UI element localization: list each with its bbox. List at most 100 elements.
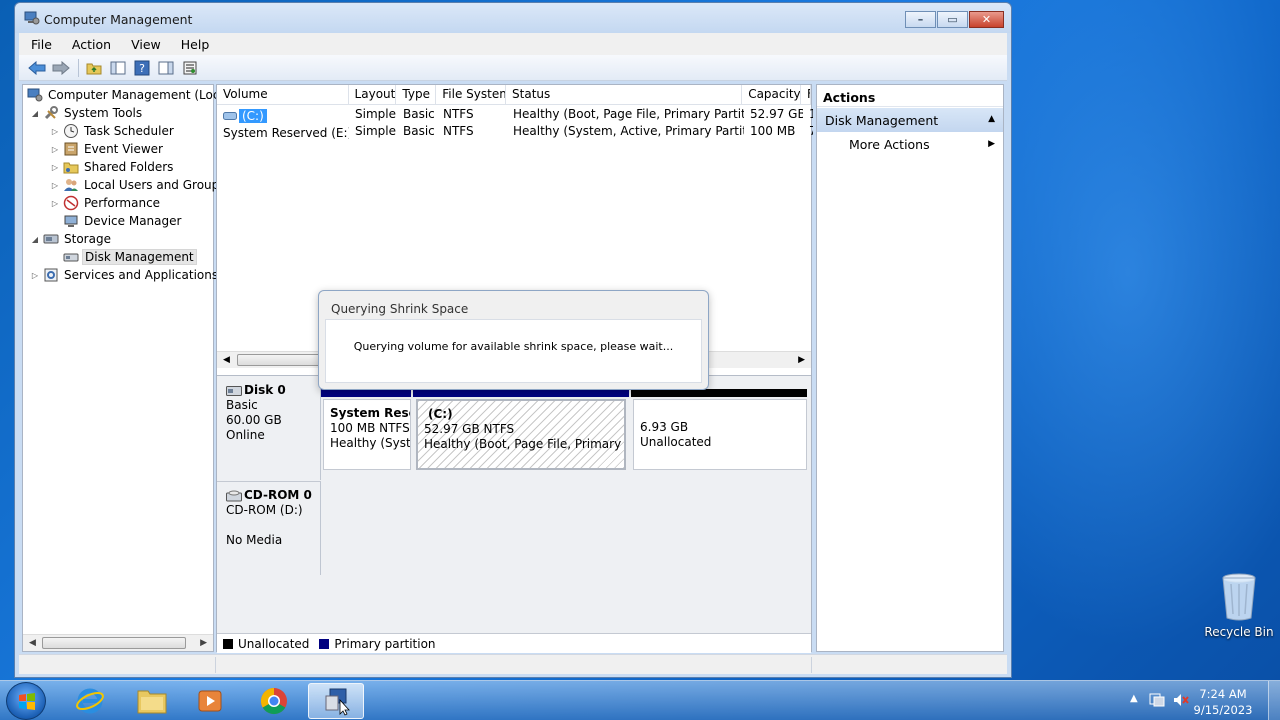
tree-item-performance[interactable]: ▷ Performance [49,194,162,212]
tree-label: Local Users and Groups [84,178,226,192]
help-button[interactable]: ? [132,58,152,78]
column-status[interactable]: Status [506,85,743,104]
disk-0-label[interactable]: Disk 0 Basic 60.00 GB Online [217,377,321,480]
scroll-left-icon[interactable]: ◀ [223,355,230,365]
menu-view[interactable]: View [119,37,169,52]
expand-arrow-icon[interactable]: ▷ [49,181,61,190]
actions-title: Actions [817,85,1003,107]
menu-file[interactable]: File [19,37,60,52]
partition-unallocated[interactable]: 6.93 GB Unallocated [633,399,807,470]
maximize-button[interactable]: ▭ [937,11,968,28]
scroll-right-icon[interactable]: ▶ [200,638,207,648]
start-button[interactable] [6,682,46,720]
tree-horizontal-scrollbar[interactable]: ◀ ▶ [23,634,213,651]
tree-item-system-tools[interactable]: ◢ System Tools [29,104,144,122]
recycle-bin-icon [1222,573,1256,621]
tree-item-local-users[interactable]: ▷ Local Users and Groups [49,176,228,194]
actions-section-disk-management[interactable]: Disk Management ▲ [817,108,1003,132]
scroll-right-icon[interactable]: ▶ [798,355,805,365]
dialog-body: Querying volume for available shrink spa… [325,319,702,383]
scroll-thumb[interactable] [42,637,186,649]
tree-item-services[interactable]: ▷ Services and Applications [29,266,220,284]
expand-arrow-icon[interactable]: ▷ [29,271,41,280]
up-folder-button[interactable] [84,58,104,78]
taskbar-media-player[interactable] [182,683,238,719]
column-volume[interactable]: Volume [217,85,349,104]
disk-legend: Unallocated Primary partition [217,633,811,653]
show-desktop-button[interactable] [1268,681,1280,720]
properties-icon [183,61,197,74]
collapse-arrow-icon[interactable]: ◢ [29,109,41,118]
tree-item-shared-folders[interactable]: ▷ Shared Folders [49,158,175,176]
recycle-bin-label: Recycle Bin [1204,625,1274,639]
disk-graphical-view: Disk 0 Basic 60.00 GB Online System Rese… [217,375,811,653]
back-button[interactable] [27,58,47,78]
taskbar-chrome[interactable] [246,683,302,719]
legend-swatch-unallocated [223,638,233,649]
taskbar-file-explorer[interactable] [124,683,180,719]
window-title: Computer Management [44,12,193,27]
column-type[interactable]: Type [396,85,437,104]
media-player-icon [198,690,222,712]
volume-type: Basic [403,124,435,138]
column-capacity[interactable]: Capacity [742,85,801,104]
clock-icon [63,123,79,139]
close-button[interactable]: ✕ [969,11,1004,28]
column-free-space[interactable]: F [801,85,811,104]
show-action-pane-button[interactable] [156,58,176,78]
tree-item-root[interactable]: Computer Management (Local [25,86,232,104]
computer-management-icon [325,688,350,716]
tree-item-storage[interactable]: ◢ Storage [29,230,113,248]
show-hidden-icons-icon[interactable]: ▲ [1130,693,1138,704]
cdrom-0-label[interactable]: CD-ROM 0 CD-ROM (D:) No Media [217,481,321,575]
event-viewer-icon [63,141,79,157]
cdrom-name: CD-ROM 0 [244,488,312,502]
partition-name: (C:) [428,407,453,421]
show-hide-tree-button[interactable] [108,58,128,78]
partition-status: Healthy (Boot, Page File, Primary Partit [424,437,624,451]
maximize-icon: ▭ [947,13,958,26]
taskbar-clock[interactable]: 7:24 AM 9/15/2023 [1188,686,1258,718]
menu-help[interactable]: Help [169,37,218,52]
expand-arrow-icon[interactable]: ▷ [49,127,61,136]
collapse-arrow-icon[interactable]: ◢ [29,235,41,244]
expand-arrow-icon[interactable]: ▷ [49,199,61,208]
tree-item-task-scheduler[interactable]: ▷ Task Scheduler [49,122,176,140]
tree-item-event-viewer[interactable]: ▷ Event Viewer [49,140,165,158]
expand-arrow-icon[interactable]: ▷ [49,163,61,172]
action-center-icon[interactable] [1148,692,1166,708]
taskbar-internet-explorer[interactable] [62,683,118,719]
minimize-icon: – [917,13,924,26]
properties-button[interactable] [180,58,200,78]
column-file-system[interactable]: File System [436,85,507,104]
tools-icon [43,105,59,121]
volume-layout: Simple [355,107,396,121]
partition-c-drive[interactable]: (C:) 52.97 GB NTFS Healthy (Boot, Page F… [416,399,626,470]
status-divider [811,657,812,673]
tree-item-device-manager[interactable]: Device Manager [49,212,183,230]
menu-action[interactable]: Action [60,37,119,52]
recycle-bin-shortcut[interactable]: Recycle Bin [1204,572,1274,639]
volume-row[interactable]: System Reserved (E:) Simple Basic NTFS H… [217,124,813,141]
title-bar[interactable]: Computer Management – ▭ ✕ [15,3,1011,33]
tree-label: System Tools [64,106,143,120]
querying-shrink-dialog: Querying Shrink Space Querying volume fo… [318,290,709,390]
minimize-button[interactable]: – [905,11,936,28]
tree-label: Device Manager [84,214,182,228]
close-icon: ✕ [981,13,992,26]
tree-label: Task Scheduler [84,124,174,138]
folder-icon [137,690,167,714]
expand-arrow-icon[interactable]: ▷ [49,145,61,154]
volume-row[interactable]: (C:) Simple Basic NTFS Healthy (Boot, Pa… [217,107,813,124]
partition-system-reserved[interactable]: System Reser 100 MB NTFS Healthy (Syste [323,399,411,470]
scroll-left-icon[interactable]: ◀ [29,638,36,648]
tree-item-disk-management[interactable]: Disk Management [49,248,197,266]
more-actions-item[interactable]: More Actions ▶ [817,132,1003,156]
help-icon: ? [134,60,150,75]
column-layout[interactable]: Layout [349,85,397,104]
taskbar-computer-management[interactable] [308,683,364,719]
collapse-up-icon[interactable]: ▲ [988,114,995,124]
folder-up-icon [86,63,102,74]
tree-label: Shared Folders [84,160,174,174]
forward-button[interactable] [51,58,71,78]
